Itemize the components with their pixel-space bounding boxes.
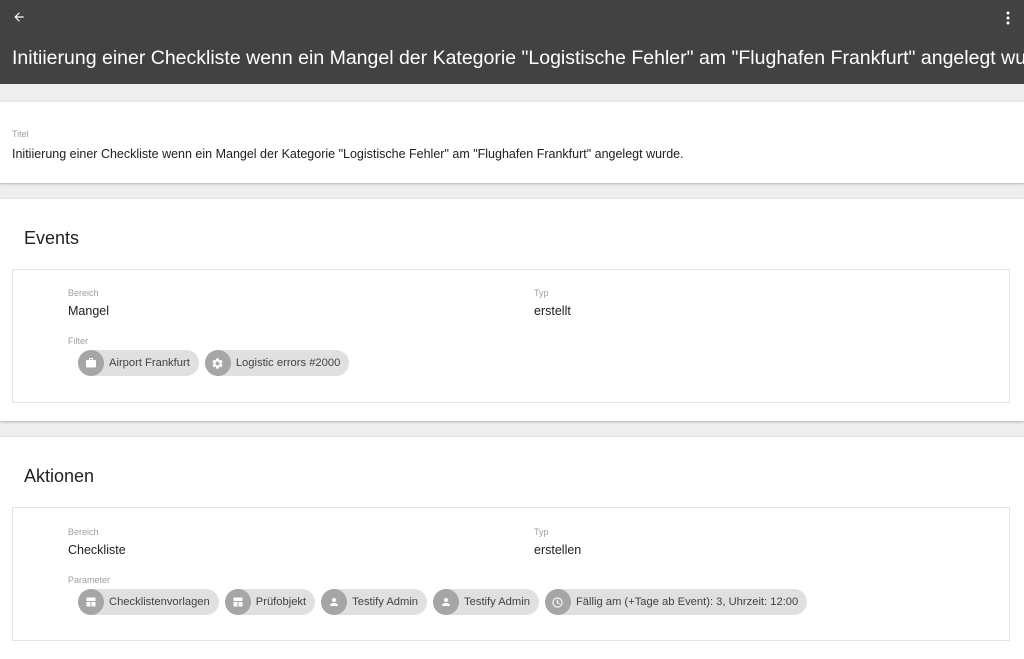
parameter-chip-due-date[interactable]: Fällig am (+Tage ab Event): 3, Uhrzeit: …	[544, 589, 808, 615]
template-icon	[224, 589, 251, 615]
chip-label: Airport Frankfurt	[109, 357, 190, 369]
title-field-label: Titel	[12, 129, 29, 139]
events-card: Events Bereich Mangel Typ erstellt Filte…	[0, 199, 1024, 421]
event-filter-chips: Airport Frankfurt Logistic errors #2000	[78, 350, 350, 376]
event-filter-label: Filter	[68, 336, 88, 346]
page-title: Initiierung einer Checkliste wenn ein Ma…	[12, 47, 1024, 69]
filter-chip-airport[interactable]: Airport Frankfurt	[78, 350, 199, 376]
event-bereich-value: Mangel	[68, 304, 109, 318]
clock-icon	[544, 589, 571, 615]
chip-label: Testify Admin	[352, 596, 419, 608]
action-parameter-label: Parameter	[68, 575, 111, 585]
chip-label: Testify Admin	[464, 596, 530, 608]
title-field-value: Initiierung einer Checkliste wenn ein Ma…	[12, 147, 684, 161]
back-button[interactable]	[8, 6, 30, 28]
more-menu-button[interactable]	[1002, 8, 1014, 28]
action-typ-value: erstellen	[534, 543, 582, 557]
parameter-chip-user[interactable]: Testify Admin	[433, 589, 539, 615]
parameter-chip-checklistenvorlagen[interactable]: Checklistenvorlagen	[78, 589, 219, 615]
briefcase-icon	[78, 350, 104, 376]
event-typ-label: Typ	[534, 288, 549, 298]
chip-label: Logistic errors #2000	[235, 357, 341, 369]
parameter-chip-pruefobjekt[interactable]: Prüfobjekt	[224, 589, 316, 615]
chip-label: Fällig am (+Tage ab Event): 3, Uhrzeit: …	[575, 596, 799, 608]
action-typ-label: Typ	[534, 527, 549, 537]
person-icon	[321, 589, 348, 615]
more-vert-icon	[1006, 11, 1010, 25]
action-item: Bereich Checkliste Typ erstellen Paramet…	[12, 507, 1010, 641]
filter-chip-category[interactable]: Logistic errors #2000	[204, 350, 350, 376]
event-typ-value: erstellt	[534, 304, 571, 318]
parameter-chip-user[interactable]: Testify Admin	[321, 589, 428, 615]
event-bereich-label: Bereich	[68, 288, 99, 298]
action-parameter-chips: Checklistenvorlagen Prüfobjekt Testify A…	[78, 589, 808, 615]
title-card: Titel Initiierung einer Checkliste wenn …	[0, 102, 1024, 183]
event-item: Bereich Mangel Typ erstellt Filter Airpo…	[12, 269, 1010, 403]
person-icon	[433, 589, 460, 615]
action-bereich-value: Checkliste	[68, 543, 126, 557]
action-bereich-label: Bereich	[68, 527, 99, 537]
gear-icon	[204, 350, 231, 376]
chip-label: Checklistenvorlagen	[109, 596, 210, 608]
actions-heading: Aktionen	[24, 466, 95, 486]
app-bar: Initiierung einer Checkliste wenn ein Ma…	[0, 0, 1024, 84]
actions-card: Aktionen Bereich Checkliste Typ erstelle…	[0, 437, 1024, 659]
arrow-back-icon	[14, 12, 24, 22]
template-icon	[78, 589, 104, 615]
events-heading: Events	[24, 228, 80, 248]
chip-label: Prüfobjekt	[255, 596, 307, 608]
